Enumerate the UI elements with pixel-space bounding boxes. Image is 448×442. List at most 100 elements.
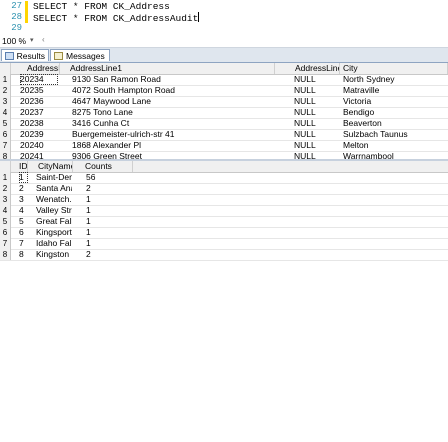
table-cell[interactable]: 8	[19, 249, 28, 260]
result-tabs: Results Messages	[0, 48, 448, 63]
table-row[interactable]: 8 8 Kingston 2	[0, 249, 448, 261]
table-cell[interactable]: NULL	[294, 129, 339, 140]
table-cell[interactable]: Sulzbach Taunus	[343, 129, 448, 140]
table-cell[interactable]: NULL	[294, 96, 339, 107]
table-cell[interactable]: 1	[86, 227, 126, 238]
row-number[interactable]: 3	[0, 194, 11, 205]
tab-messages[interactable]: Messages	[50, 49, 110, 61]
table-cell[interactable]: 3	[19, 194, 28, 205]
row-number[interactable]: 4	[0, 107, 11, 118]
row-number[interactable]: 2	[0, 183, 11, 194]
table-cell[interactable]: 1	[86, 238, 126, 249]
table-cell[interactable]: 8275 Tono Lane	[72, 107, 272, 118]
row-number[interactable]: 1	[0, 172, 11, 183]
row-number[interactable]: 7	[0, 238, 11, 249]
change-marker	[25, 1, 28, 12]
tab-results-label: Results	[16, 50, 45, 61]
table-cell[interactable]: 1	[86, 194, 126, 205]
code-text: SELECT * FROM CK_AddressAudit	[33, 13, 199, 24]
table-cell[interactable]: 2	[19, 183, 28, 194]
column-header[interactable]: AddressLine2	[275, 63, 340, 74]
scroll-left-icon[interactable]: ‹	[42, 35, 45, 44]
table-cell[interactable]: NULL	[294, 107, 339, 118]
table-cell[interactable]: 2	[86, 183, 126, 194]
table-cell[interactable]: Wenatch...	[36, 194, 72, 205]
results-grid-address[interactable]: AddressID AddressLine1 AddressLine2 City…	[0, 63, 448, 163]
corner-cell[interactable]	[0, 63, 11, 74]
change-marker	[25, 12, 28, 23]
column-header[interactable]: CityName	[28, 161, 73, 172]
row-number[interactable]: 6	[0, 129, 11, 140]
row-number[interactable]: 2	[0, 85, 11, 96]
table-cell[interactable]: 56	[86, 172, 126, 183]
row-number[interactable]: 4	[0, 205, 11, 216]
table-cell[interactable]: 9130 San Ramon Road	[72, 74, 272, 85]
table-cell[interactable]: 20237	[20, 107, 58, 118]
grid-icon	[5, 51, 14, 60]
tab-messages-label: Messages	[66, 50, 105, 61]
table-cell[interactable]: 4	[19, 205, 28, 216]
table-cell[interactable]: 20238	[20, 118, 58, 129]
row-number[interactable]: 1	[0, 74, 11, 85]
table-cell[interactable]: Melton	[343, 140, 448, 151]
row-number[interactable]: 5	[0, 118, 11, 129]
query-editor[interactable]: 27 SELECT * FROM CK_Address 28 SELECT * …	[0, 0, 448, 35]
table-cell[interactable]: 20236	[20, 96, 58, 107]
zoom-bar: 100 % ▾ ‹	[0, 35, 448, 48]
column-header[interactable]: Counts	[73, 161, 133, 172]
table-cell[interactable]: 1868 Alexander Pl	[72, 140, 272, 151]
table-cell[interactable]: 20235	[20, 85, 58, 96]
table-cell[interactable]: Kingston	[36, 249, 72, 260]
column-header[interactable]: ID	[11, 161, 28, 172]
line-number: 27	[11, 1, 22, 11]
table-cell[interactable]: 2	[86, 249, 126, 260]
table-cell[interactable]: 1	[86, 216, 126, 227]
row-number[interactable]: 7	[0, 140, 11, 151]
row-number[interactable]: 3	[0, 96, 11, 107]
corner-cell[interactable]	[0, 161, 11, 172]
line-number: 28	[11, 12, 22, 22]
table-cell[interactable]: Victoria	[343, 96, 448, 107]
table-cell[interactable]: NULL	[294, 140, 339, 151]
table-cell[interactable]: Great Falls	[36, 216, 72, 227]
text-caret	[198, 12, 200, 22]
code-line[interactable]: SELECT * FROM CK_AddressAudit	[33, 12, 200, 24]
row-number[interactable]: 6	[0, 227, 11, 238]
table-cell[interactable]: 20234	[20, 74, 58, 85]
tab-results[interactable]: Results	[1, 49, 49, 61]
zoom-dropdown-icon[interactable]: ▾	[30, 36, 34, 44]
table-cell[interactable]: 20239	[20, 129, 58, 140]
table-cell[interactable]: Beaverton	[343, 118, 448, 129]
table-cell[interactable]: 6	[19, 227, 28, 238]
table-cell[interactable]: 1	[19, 172, 28, 183]
table-cell[interactable]: 4647 Maywood Lane	[72, 96, 272, 107]
table-cell[interactable]: 3416 Cunha Ct	[72, 118, 272, 129]
table-cell[interactable]: 20240	[20, 140, 58, 151]
column-header[interactable]: AddressLine1	[60, 63, 275, 74]
table-cell[interactable]: 5	[19, 216, 28, 227]
table-cell[interactable]: 7	[19, 238, 28, 249]
column-header[interactable]: City	[340, 63, 448, 74]
messages-icon	[54, 51, 63, 60]
table-cell[interactable]: 4072 South Hampton Road	[72, 85, 272, 96]
table-cell[interactable]: Santa Ana	[36, 183, 72, 194]
table-cell[interactable]: NULL	[294, 118, 339, 129]
column-header[interactable]: AddressID	[11, 63, 60, 74]
line-number: 29	[11, 23, 22, 32]
table-cell[interactable]: NULL	[294, 85, 339, 96]
table-cell[interactable]: Matraville	[343, 85, 448, 96]
table-cell[interactable]: Buergemeister-ulrich-str 41	[72, 129, 272, 140]
table-cell[interactable]: Idaho Falls	[36, 238, 72, 249]
table-cell[interactable]: 1	[86, 205, 126, 216]
zoom-level[interactable]: 100 %	[2, 36, 26, 46]
results-grid-city-counts[interactable]: ID CityName Counts 11Saint-Denis5622Sant…	[0, 161, 448, 261]
row-number[interactable]: 8	[0, 249, 11, 260]
row-number[interactable]: 5	[0, 216, 11, 227]
code-line[interactable]: SELECT * FROM CK_Address	[33, 1, 170, 12]
table-cell[interactable]: Valley Str...	[36, 205, 72, 216]
table-cell[interactable]: Bendigo	[343, 107, 448, 118]
table-cell[interactable]: Kingsport	[36, 227, 72, 238]
table-cell[interactable]: Saint-Denis	[36, 172, 72, 183]
table-cell[interactable]: North Sydney	[343, 74, 448, 85]
table-cell[interactable]: NULL	[294, 74, 339, 85]
